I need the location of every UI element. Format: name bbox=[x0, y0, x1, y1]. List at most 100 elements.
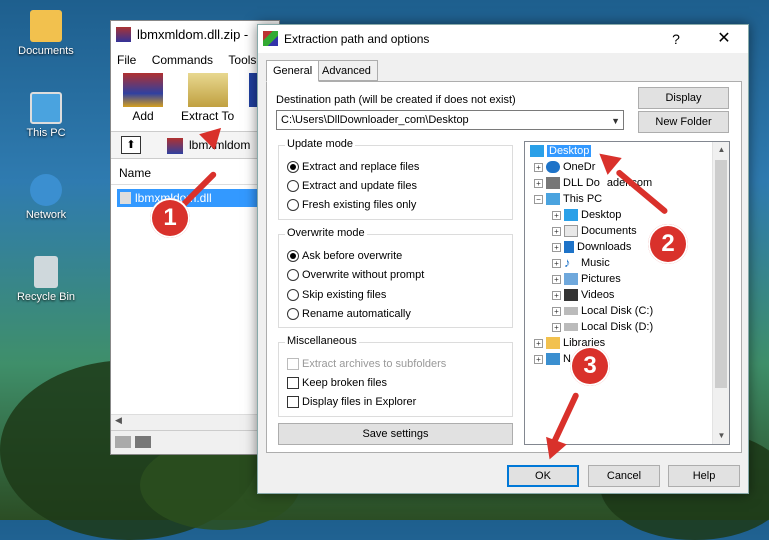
radio-extract-update[interactable]: Extract and update files bbox=[287, 179, 417, 195]
radio-ask-before-overwrite[interactable]: Ask before overwrite bbox=[287, 249, 402, 265]
save-settings-button[interactable]: Save settings bbox=[278, 423, 513, 445]
tree-item-desktop[interactable]: Desktop bbox=[530, 143, 592, 159]
tree-item-videos[interactable]: + Videos bbox=[552, 287, 614, 303]
tree-item-network[interactable]: + N bbox=[534, 351, 571, 367]
desktop-icon-recycle-bin[interactable]: Recycle Bin bbox=[10, 256, 82, 303]
winrar-toolbar: Add Extract To T bbox=[111, 71, 279, 131]
tree-item-music[interactable]: + ♪ Music bbox=[552, 255, 610, 271]
tree-scrollbar[interactable]: ▲ ▼ bbox=[712, 142, 729, 444]
expand-icon[interactable]: + bbox=[534, 338, 543, 348]
radio-rename-automatically[interactable]: Rename automatically bbox=[287, 307, 411, 323]
desktop-icon bbox=[564, 209, 578, 222]
expand-icon[interactable]: + bbox=[552, 258, 561, 268]
winrar-window: lbmxmldom.dll.zip - File Commands Tools … bbox=[110, 20, 280, 455]
folder-tree[interactable]: Desktop +OneDr +DLL Doader.com −This PC … bbox=[524, 141, 730, 445]
tree-item-onedrive[interactable]: + OneDr bbox=[534, 159, 595, 175]
overwrite-mode-group: Overwrite mode Ask before overwrite Over… bbox=[278, 227, 513, 328]
tree-item-downloads[interactable]: + Downloads bbox=[552, 239, 631, 255]
horizontal-scrollbar[interactable]: ◀ bbox=[111, 414, 279, 430]
expand-icon[interactable]: + bbox=[552, 226, 561, 236]
menu-file[interactable]: File bbox=[117, 53, 136, 67]
scroll-up-icon[interactable]: ▲ bbox=[713, 142, 729, 158]
destination-path-combo[interactable]: C:\Users\DllDownloader_com\Desktop ▼ bbox=[276, 110, 624, 130]
radio-selected-icon bbox=[287, 250, 299, 263]
tree-item-pc-desktop[interactable]: + Desktop bbox=[552, 207, 621, 223]
checkbox-icon bbox=[287, 377, 299, 390]
menu-tools[interactable]: Tools bbox=[228, 53, 256, 67]
help-icon[interactable]: ? bbox=[666, 25, 686, 53]
checkbox-display-in-explorer[interactable]: Display files in Explorer bbox=[287, 395, 416, 411]
user-folder-icon bbox=[546, 177, 560, 190]
collapse-icon[interactable]: − bbox=[534, 194, 543, 204]
scroll-left-icon[interactable]: ◀ bbox=[115, 415, 122, 426]
tab-general[interactable]: General bbox=[266, 60, 320, 82]
expand-icon[interactable]: + bbox=[534, 178, 543, 188]
winrar-app-icon bbox=[116, 27, 131, 42]
tree-item-local-disk-c[interactable]: + Local Disk (C:) bbox=[552, 303, 653, 319]
checkbox-keep-broken-files[interactable]: Keep broken files bbox=[287, 376, 387, 392]
ok-button[interactable]: OK bbox=[507, 465, 579, 487]
expand-icon[interactable]: + bbox=[552, 306, 561, 316]
destination-label: Destination path (will be created if doe… bbox=[276, 94, 516, 106]
drive-icon bbox=[564, 323, 578, 332]
drive-icon bbox=[564, 307, 578, 316]
scroll-down-icon[interactable]: ▼ bbox=[713, 428, 729, 444]
extract-to-button[interactable]: Extract To bbox=[181, 73, 234, 123]
radio-skip-existing[interactable]: Skip existing files bbox=[287, 288, 386, 304]
archive-icon bbox=[167, 138, 183, 154]
tree-item-this-pc[interactable]: − This PC bbox=[534, 191, 602, 207]
winrar-app-icon bbox=[263, 31, 278, 46]
up-folder-icon[interactable]: ⬆ bbox=[121, 136, 141, 154]
radio-overwrite-without-prompt[interactable]: Overwrite without prompt bbox=[287, 268, 424, 284]
key-icon bbox=[135, 436, 151, 448]
display-button[interactable]: Display bbox=[638, 87, 729, 109]
pictures-icon bbox=[564, 273, 578, 286]
radio-extract-replace[interactable]: Extract and replace files bbox=[287, 160, 419, 176]
tree-item-local-disk-d[interactable]: + Local Disk (D:) bbox=[552, 319, 653, 335]
annotation-badge-2: 2 bbox=[648, 224, 688, 264]
checkbox-extract-to-subfolders: Extract archives to subfolders bbox=[287, 357, 446, 373]
radio-icon bbox=[287, 289, 299, 302]
downloads-icon bbox=[564, 241, 574, 254]
checkbox-icon bbox=[287, 396, 299, 409]
expand-icon[interactable]: + bbox=[552, 274, 561, 284]
expand-icon[interactable]: + bbox=[552, 290, 561, 300]
winrar-statusbar bbox=[111, 430, 279, 454]
cancel-button[interactable]: Cancel bbox=[588, 465, 660, 487]
winrar-titlebar[interactable]: lbmxmldom.dll.zip - bbox=[111, 21, 279, 49]
scroll-thumb[interactable] bbox=[715, 160, 727, 388]
radio-icon bbox=[287, 180, 299, 193]
desktop-icon-network[interactable]: Network bbox=[10, 174, 82, 221]
computer-icon bbox=[546, 193, 560, 206]
dll-file-icon bbox=[120, 192, 131, 204]
extract-to-icon bbox=[187, 73, 228, 107]
update-mode-title: Update mode bbox=[285, 138, 356, 150]
tree-item-pictures[interactable]: + Pictures bbox=[552, 271, 621, 287]
chevron-down-icon[interactable]: ▼ bbox=[611, 112, 620, 130]
radio-selected-icon bbox=[287, 161, 299, 174]
desktop-icon-this-pc[interactable]: This PC bbox=[10, 92, 82, 139]
radio-icon bbox=[287, 199, 299, 212]
computer-icon bbox=[30, 92, 62, 124]
help-button[interactable]: Help bbox=[668, 465, 740, 487]
documents-icon bbox=[564, 225, 578, 238]
expand-icon[interactable]: + bbox=[552, 210, 561, 220]
new-folder-button[interactable]: New Folder bbox=[638, 111, 729, 133]
drive-icon bbox=[115, 436, 131, 448]
tree-item-documents[interactable]: + Documents bbox=[552, 223, 637, 239]
checkbox-icon bbox=[287, 358, 299, 371]
desktop-icon bbox=[530, 145, 544, 158]
radio-fresh-existing[interactable]: Fresh existing files only bbox=[287, 198, 416, 214]
desktop-icon-documents[interactable]: Documents bbox=[10, 10, 82, 57]
expand-icon[interactable]: + bbox=[534, 162, 543, 172]
expand-icon[interactable]: + bbox=[552, 322, 561, 332]
expand-icon[interactable]: + bbox=[534, 354, 543, 364]
add-button[interactable]: Add bbox=[123, 73, 163, 123]
tab-advanced[interactable]: Advanced bbox=[315, 60, 378, 81]
column-header-name[interactable]: Name bbox=[111, 161, 279, 185]
expand-icon[interactable]: + bbox=[552, 242, 561, 252]
radio-icon bbox=[287, 308, 299, 321]
menu-commands[interactable]: Commands bbox=[152, 53, 213, 67]
dialog-titlebar[interactable]: Extraction path and options ? ✕ bbox=[258, 25, 748, 53]
close-icon[interactable]: ✕ bbox=[714, 25, 734, 53]
